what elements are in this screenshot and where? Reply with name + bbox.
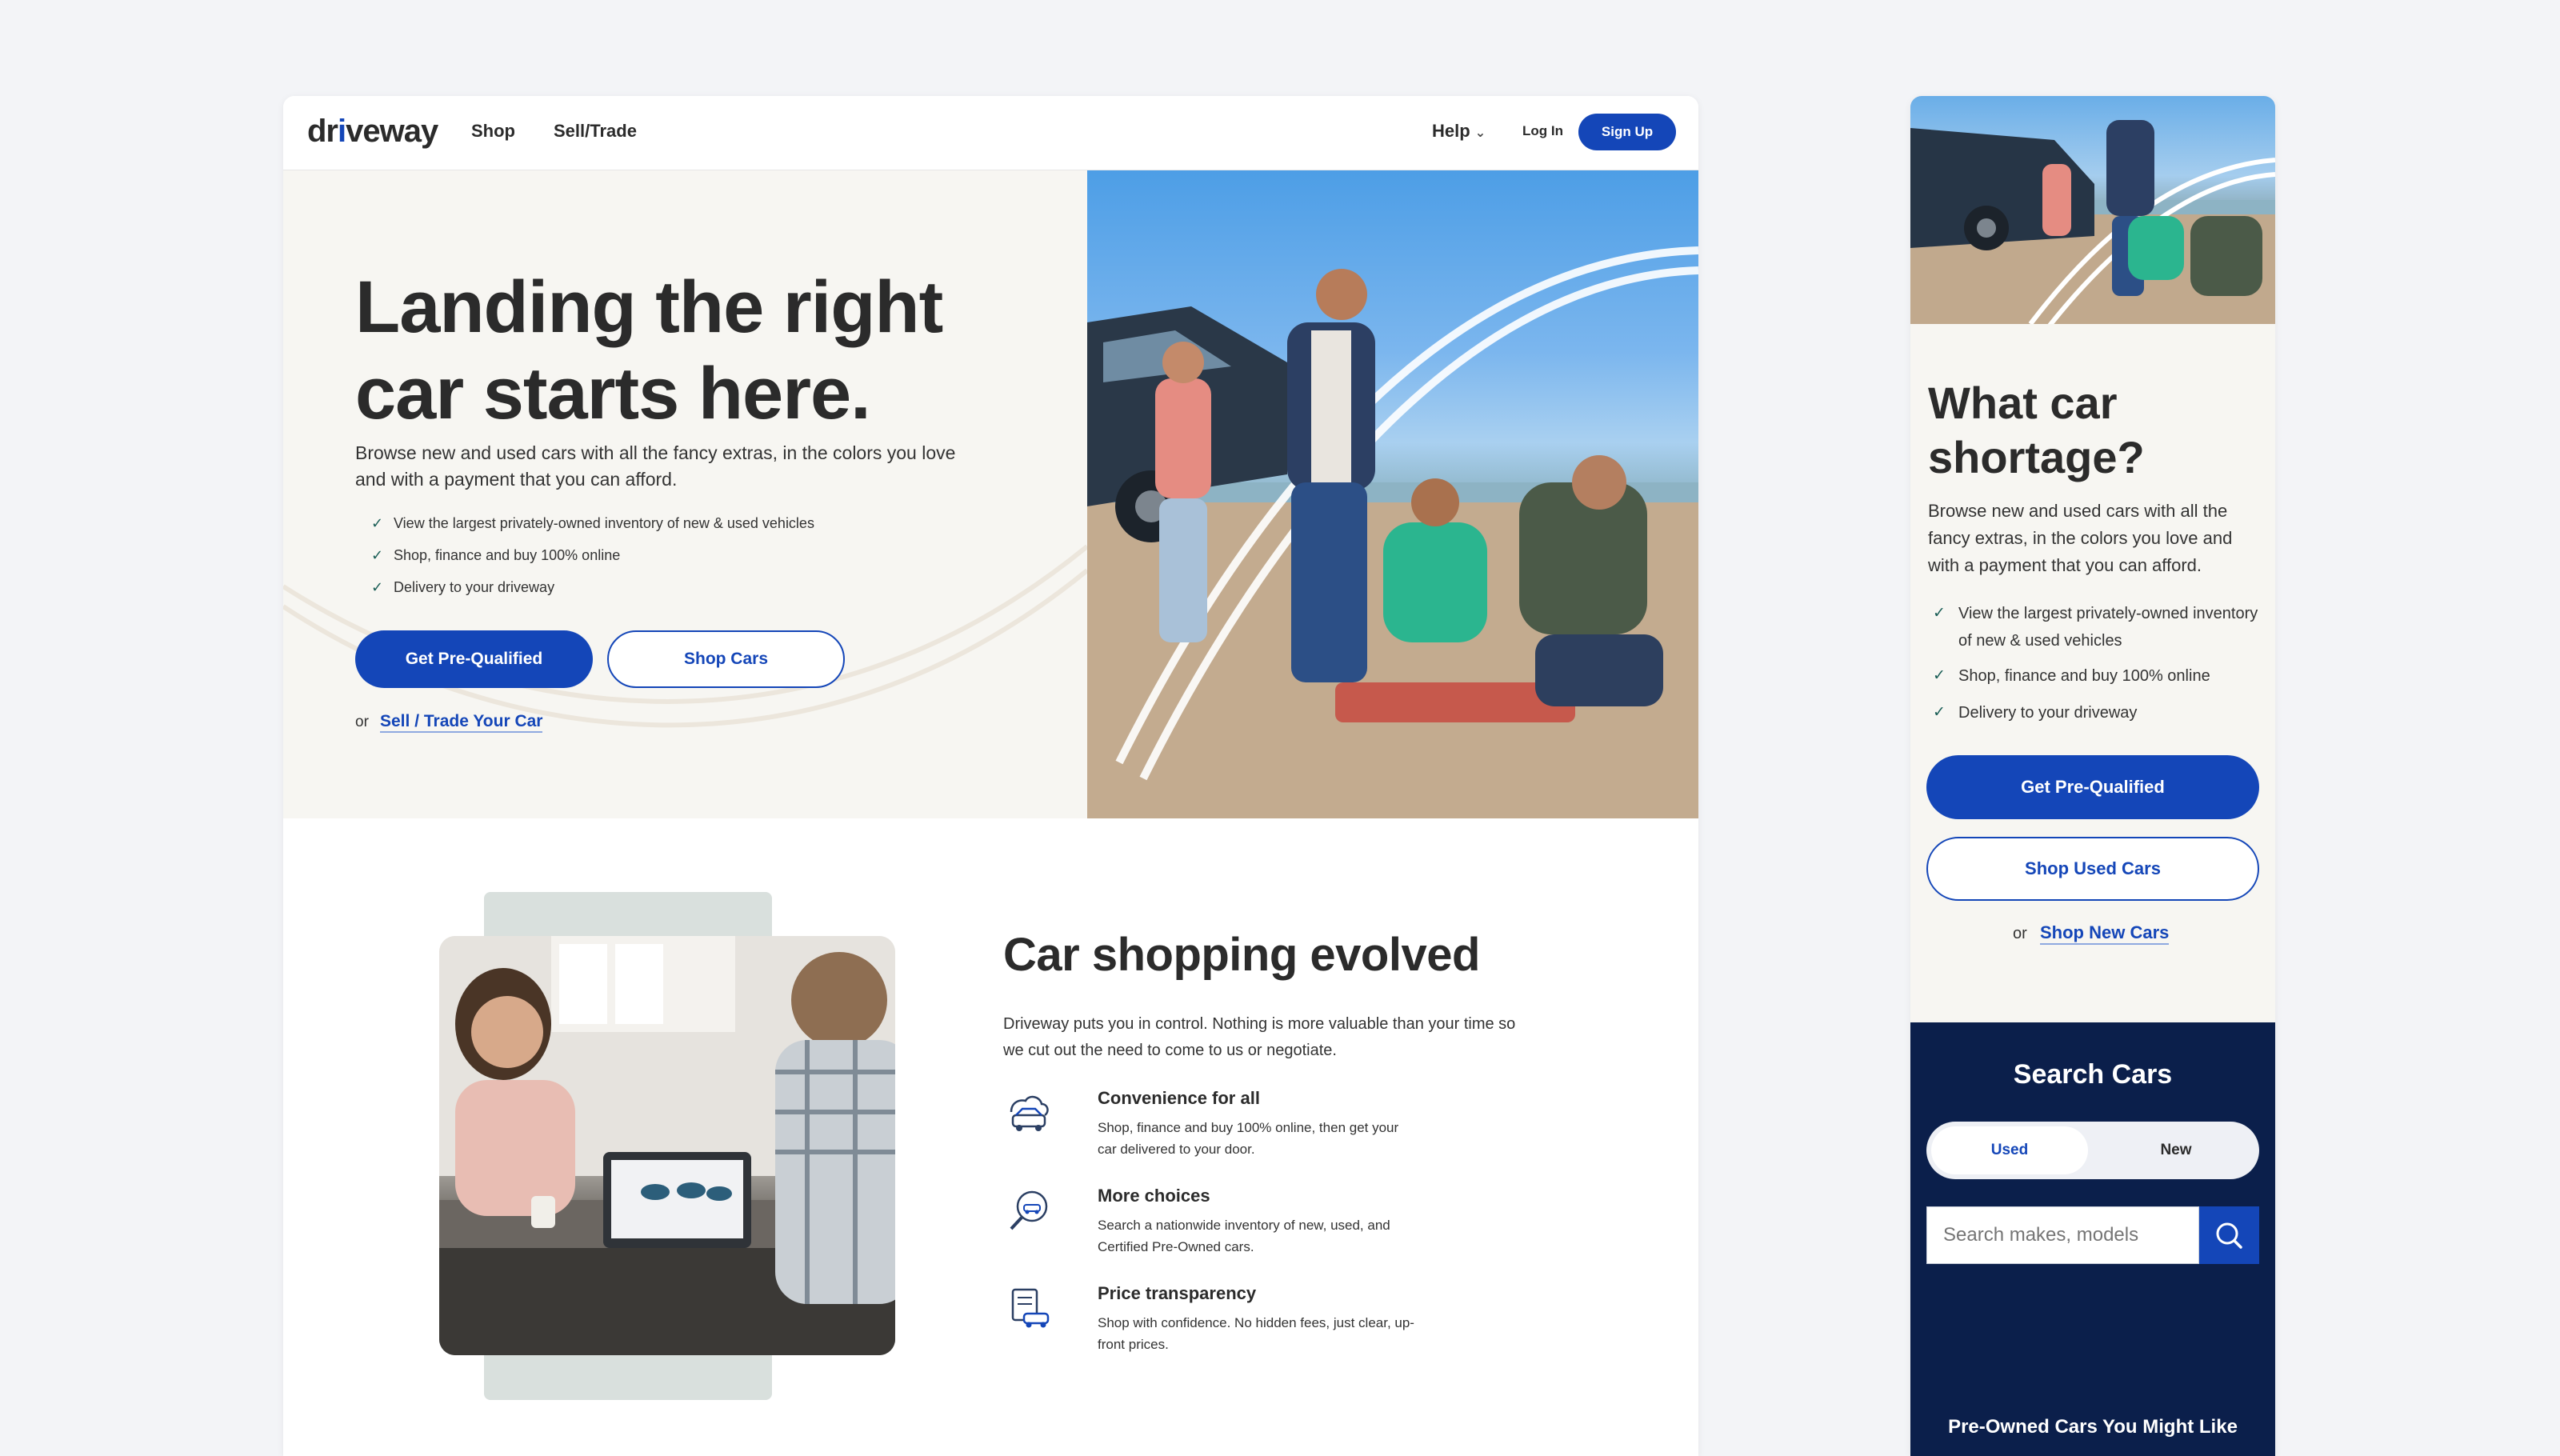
search-icon [2216,1222,2242,1249]
checkmark-icon: ✓ [1933,704,1946,721]
hero-title-line2: car starts here. [355,353,871,434]
search-input[interactable] [1926,1206,2199,1264]
checkmark-icon: ✓ [371,547,384,563]
used-new-toggle: Used New [1926,1122,2259,1179]
driveway-logo[interactable]: driveway [307,114,438,150]
checkmark-icon: ✓ [371,579,384,595]
mobile-title-line2: shortage? [1928,432,2145,482]
or-label: or [355,714,369,730]
mobile-hero-photo [1910,96,2275,324]
top-nav: driveway Shop Sell/Trade Help ⌄ Log In Si… [283,96,1698,170]
feature-title: Price transparency [1098,1283,1257,1303]
mobile-hero-title: What car shortage? [1928,376,2264,485]
search-button[interactable] [2199,1206,2259,1264]
help-menu[interactable]: Help ⌄ [1432,121,1486,142]
list-item: ✓ Delivery to your driveway [1933,699,2262,726]
get-prequalified-button[interactable]: Get Pre-Qualified [355,630,593,688]
checkmark-icon: ✓ [1933,605,1946,622]
toggle-used[interactable]: Used [1931,1126,2088,1174]
feature-title: More choices [1098,1186,1210,1206]
checkmark-icon: ✓ [1933,667,1946,684]
sell-trade-link[interactable]: Sell / Trade Your Car [380,712,543,733]
list-item: ✓ View the largest privately-owned invent… [1933,600,2262,654]
hero-title-line1: Landing the right [355,266,943,348]
car-search-icon [1010,1190,1048,1230]
mobile-checklist: ✓ View the largest privately-owned invent… [1933,600,2262,726]
checkmark-icon: ✓ [371,515,384,531]
chevron-down-icon: ⌄ [1474,126,1486,140]
section-subtitle-evolved: Driveway puts you in control. Nothing is… [1003,1015,1516,1059]
price-tag-car-icon [1011,1288,1050,1328]
section-title-evolved: Car shopping evolved [1003,929,1480,981]
nav-shop[interactable]: Shop [471,121,515,142]
hero-photo-family-beach [1087,170,1698,818]
nav-sell-trade[interactable]: Sell/Trade [554,121,637,142]
couple-laptop-photo [439,936,895,1355]
hero-subtitle: Browse new and used cars with all the fa… [355,442,956,490]
mobile-page: What car shortage? Browse new and used c… [1910,96,2275,1456]
feature-title: Convenience for all [1098,1088,1260,1108]
hero-title: Landing the right car starts here. [355,264,995,437]
help-label: Help [1432,121,1470,141]
list-item: ✓ Shop, finance and buy 100% online [1933,662,2262,690]
preowned-heading: Pre-Owned Cars You Might Like [1948,1416,2238,1438]
shop-used-cars-button[interactable]: Shop Used Cars [1926,837,2259,901]
feature-desc: Shop with confidence. No hidden fees, ju… [1098,1315,1414,1352]
feature-desc: Shop, finance and buy 100% online, then … [1098,1120,1399,1157]
desktop-page: driveway Shop Sell/Trade Help ⌄ Log In Si… [283,96,1698,1456]
shop-new-cars-link[interactable]: Shop New Cars [2040,922,2170,945]
car-delivery-icon [1010,1095,1049,1131]
toggle-new[interactable]: New [2098,1126,2254,1174]
mobile-get-prequalified-button[interactable]: Get Pre-Qualified [1926,755,2259,819]
kitchen-couple-illustration [439,936,895,1355]
or-label: or [2013,925,2027,942]
login-link[interactable]: Log In [1522,123,1563,139]
signup-button[interactable]: Sign Up [1578,114,1676,150]
mobile-title-line1: What car [1928,378,2118,428]
mobile-hero-subtitle: Browse new and used cars with all the fa… [1928,501,2233,575]
shop-cars-button[interactable]: Shop Cars [607,630,845,688]
beach-family-illustration [1087,246,1698,818]
beach-family-illustration [1910,120,2275,324]
feature-desc: Search a nationwide inventory of new, us… [1098,1218,1390,1254]
search-cars-title: Search Cars [2013,1059,2173,1090]
